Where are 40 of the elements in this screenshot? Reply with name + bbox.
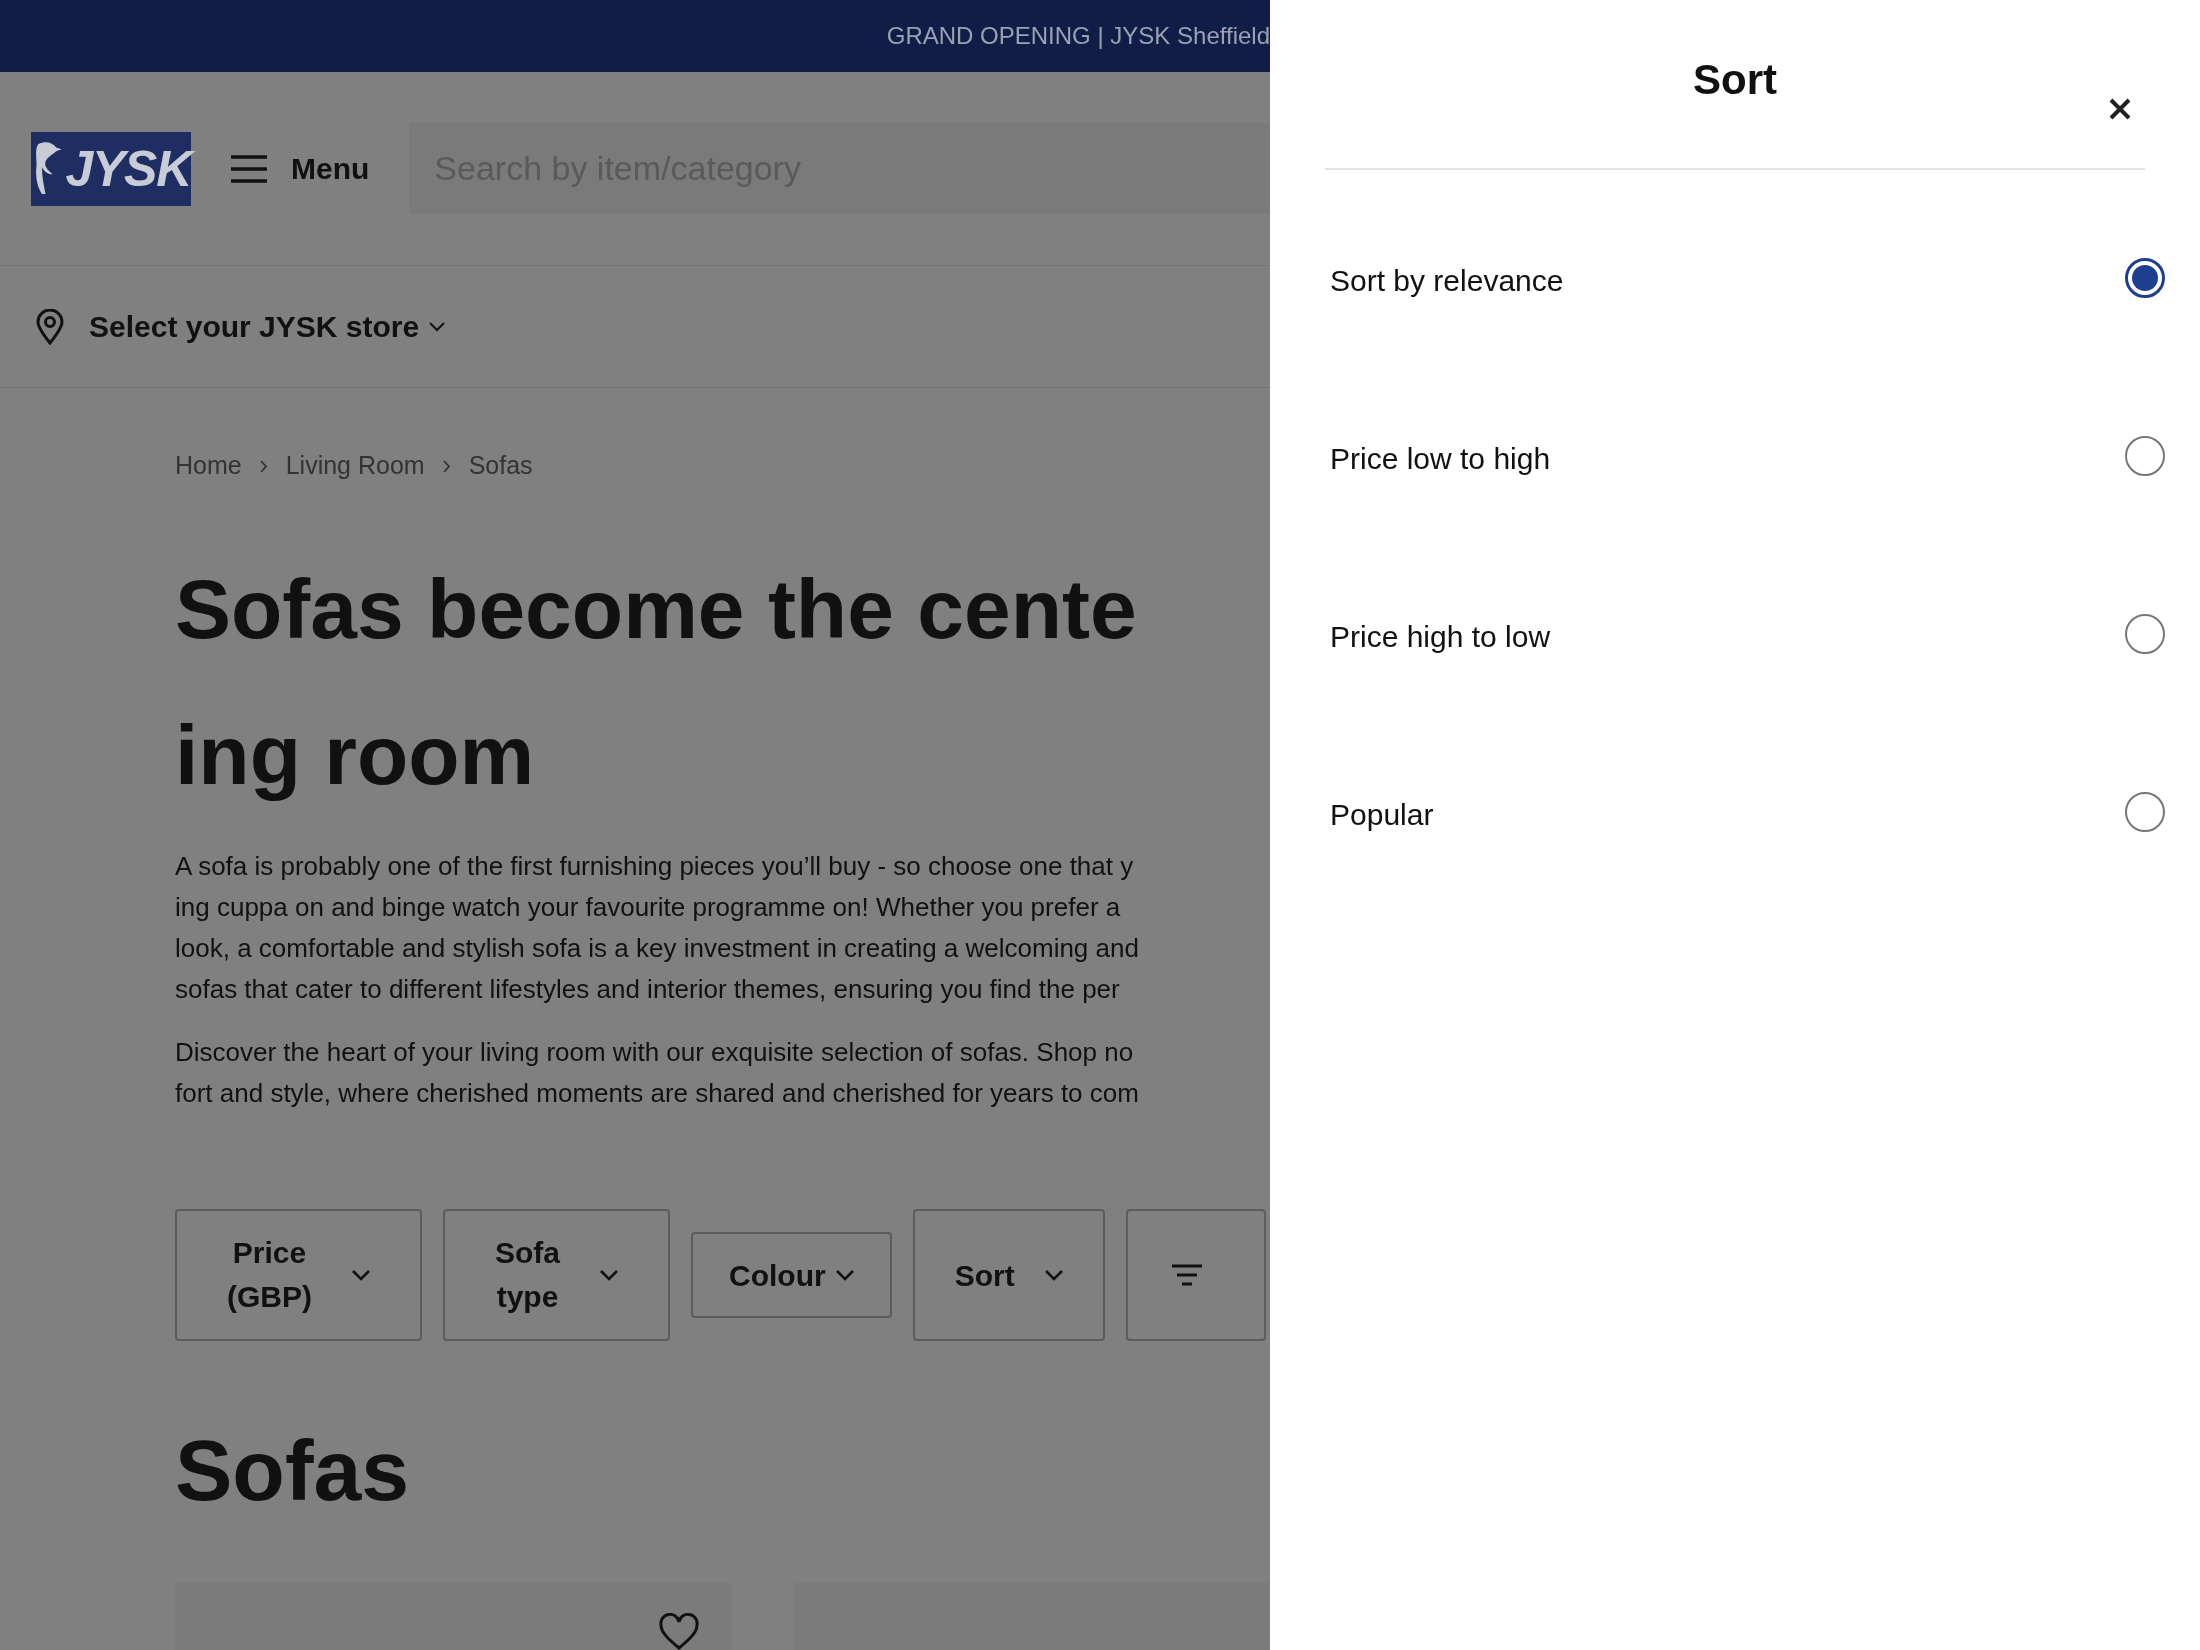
filter-dropdown[interactable]: Sort — [912, 1209, 1105, 1341]
paragraph-line: look, a comfortable and stylish sofa is a key investment in creating a welcoming and — [175, 932, 1140, 965]
sort-option[interactable]: Sort by relevance — [1330, 258, 2170, 436]
filter-dropdown[interactable]: Sofa type — [443, 1209, 670, 1341]
radio-button[interactable] — [2125, 792, 2165, 832]
chevron-down-icon — [600, 1269, 618, 1281]
sort-option[interactable]: Price low to high — [1330, 436, 2170, 614]
sort-option[interactable]: Price high to low — [1330, 614, 2170, 792]
location-pin-icon — [35, 308, 65, 345]
chevron-right-icon — [259, 459, 268, 473]
chevron-down-icon — [352, 1269, 370, 1281]
radio-button[interactable] — [2125, 436, 2165, 476]
banner-text[interactable]: GRAND OPENING | JYSK Sheffield — [886, 18, 1270, 54]
panel-title: Sort — [1693, 54, 1777, 105]
breadcrumb-link[interactable]: Home — [175, 447, 242, 485]
radio-button[interactable] — [2125, 614, 2165, 654]
paragraph-line: fort and style, where cherished moments are shared and cherished for years to com — [175, 1077, 1140, 1110]
paragraph-line: ing cuppa on and binge watch your favourite programme on! Whether you prefer a — [175, 891, 1122, 924]
sort-option[interactable]: Popular — [1330, 792, 2170, 970]
radio-button[interactable] — [2125, 258, 2165, 298]
menu-button[interactable]: Menu — [231, 146, 370, 191]
filter-dropdown[interactable]: Colour — [691, 1232, 892, 1318]
heading-line: Sofas become the cente — [175, 561, 1138, 658]
chevron-down-icon — [429, 321, 446, 332]
paragraph-line: sofas that cater to different lifestyles and interior themes, ensuring you find the per — [175, 973, 1121, 1006]
chevron-down-icon — [1044, 1269, 1063, 1281]
chevron-down-icon — [835, 1269, 854, 1281]
chevron-right-icon — [442, 459, 451, 473]
breadcrumb-link[interactable]: Sofas — [468, 447, 533, 485]
breadcrumb-link[interactable]: Living Room — [285, 447, 425, 485]
paragraph-line: Discover the heart of your living room with our exquisite selection of sofas. Shop no — [175, 1036, 1135, 1069]
store-selector[interactable]: Select your JYSK store — [89, 304, 446, 349]
filter-dropdown[interactable]: Price (GBP) — [175, 1209, 422, 1341]
section-title: Sofas — [175, 1427, 411, 1513]
heart-icon[interactable] — [657, 1613, 700, 1650]
menu-icon — [231, 153, 267, 184]
heading-line: ing room — [175, 707, 536, 804]
filter-icon — [1171, 1264, 1202, 1286]
close-icon — [2109, 98, 2131, 120]
paragraph-line: A sofa is probably one of the first furnishing pieces you’ll buy - so choose one that y — [175, 850, 1135, 883]
